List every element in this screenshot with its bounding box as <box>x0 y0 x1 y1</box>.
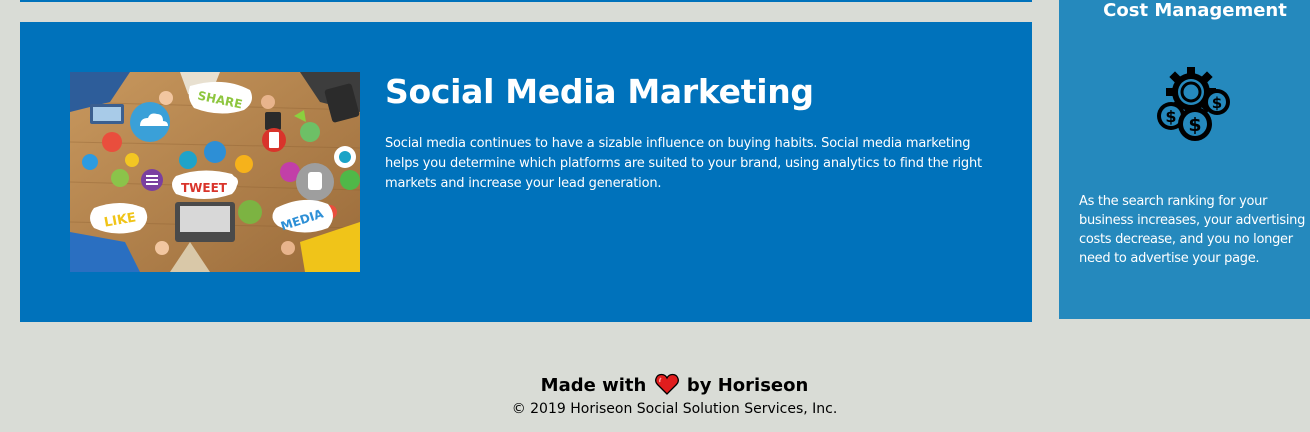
previous-card-edge <box>20 0 1032 2</box>
footer-made-with: Made with <box>540 375 647 396</box>
svg-text:$: $ <box>1165 107 1176 126</box>
page-footer: Made with by Horiseon © 2019 Horiseon So… <box>0 372 1310 418</box>
cost-management-icon: $ $ $ <box>1155 66 1235 146</box>
svg-text:$: $ <box>1212 94 1222 112</box>
footer-by-horiseon: by Horiseon <box>686 375 809 396</box>
cost-management-benefit: Cost Management $ $ $ As the search rank… <box>1059 0 1310 319</box>
benefit-description: As the search ranking for your business … <box>1079 194 1306 266</box>
social-media-marketing-card: SHARE TWEET LIKE MEDIA Social Media Mark… <box>20 22 1032 322</box>
card-description: Social media continues to have a sizable… <box>385 136 982 191</box>
benefit-title: Cost Management <box>1103 0 1287 21</box>
tweet-bubble-label: TWEET <box>181 181 228 195</box>
footer-copyright: © 2019 Horiseon Social Solution Services… <box>511 401 838 417</box>
social-media-marketing-image: SHARE TWEET LIKE MEDIA <box>70 72 360 272</box>
heart-icon <box>654 373 679 395</box>
card-title: Social Media Marketing <box>385 72 814 111</box>
footer-credit: Made with by Horiseon <box>0 372 1310 400</box>
svg-text:$: $ <box>1188 114 1201 136</box>
